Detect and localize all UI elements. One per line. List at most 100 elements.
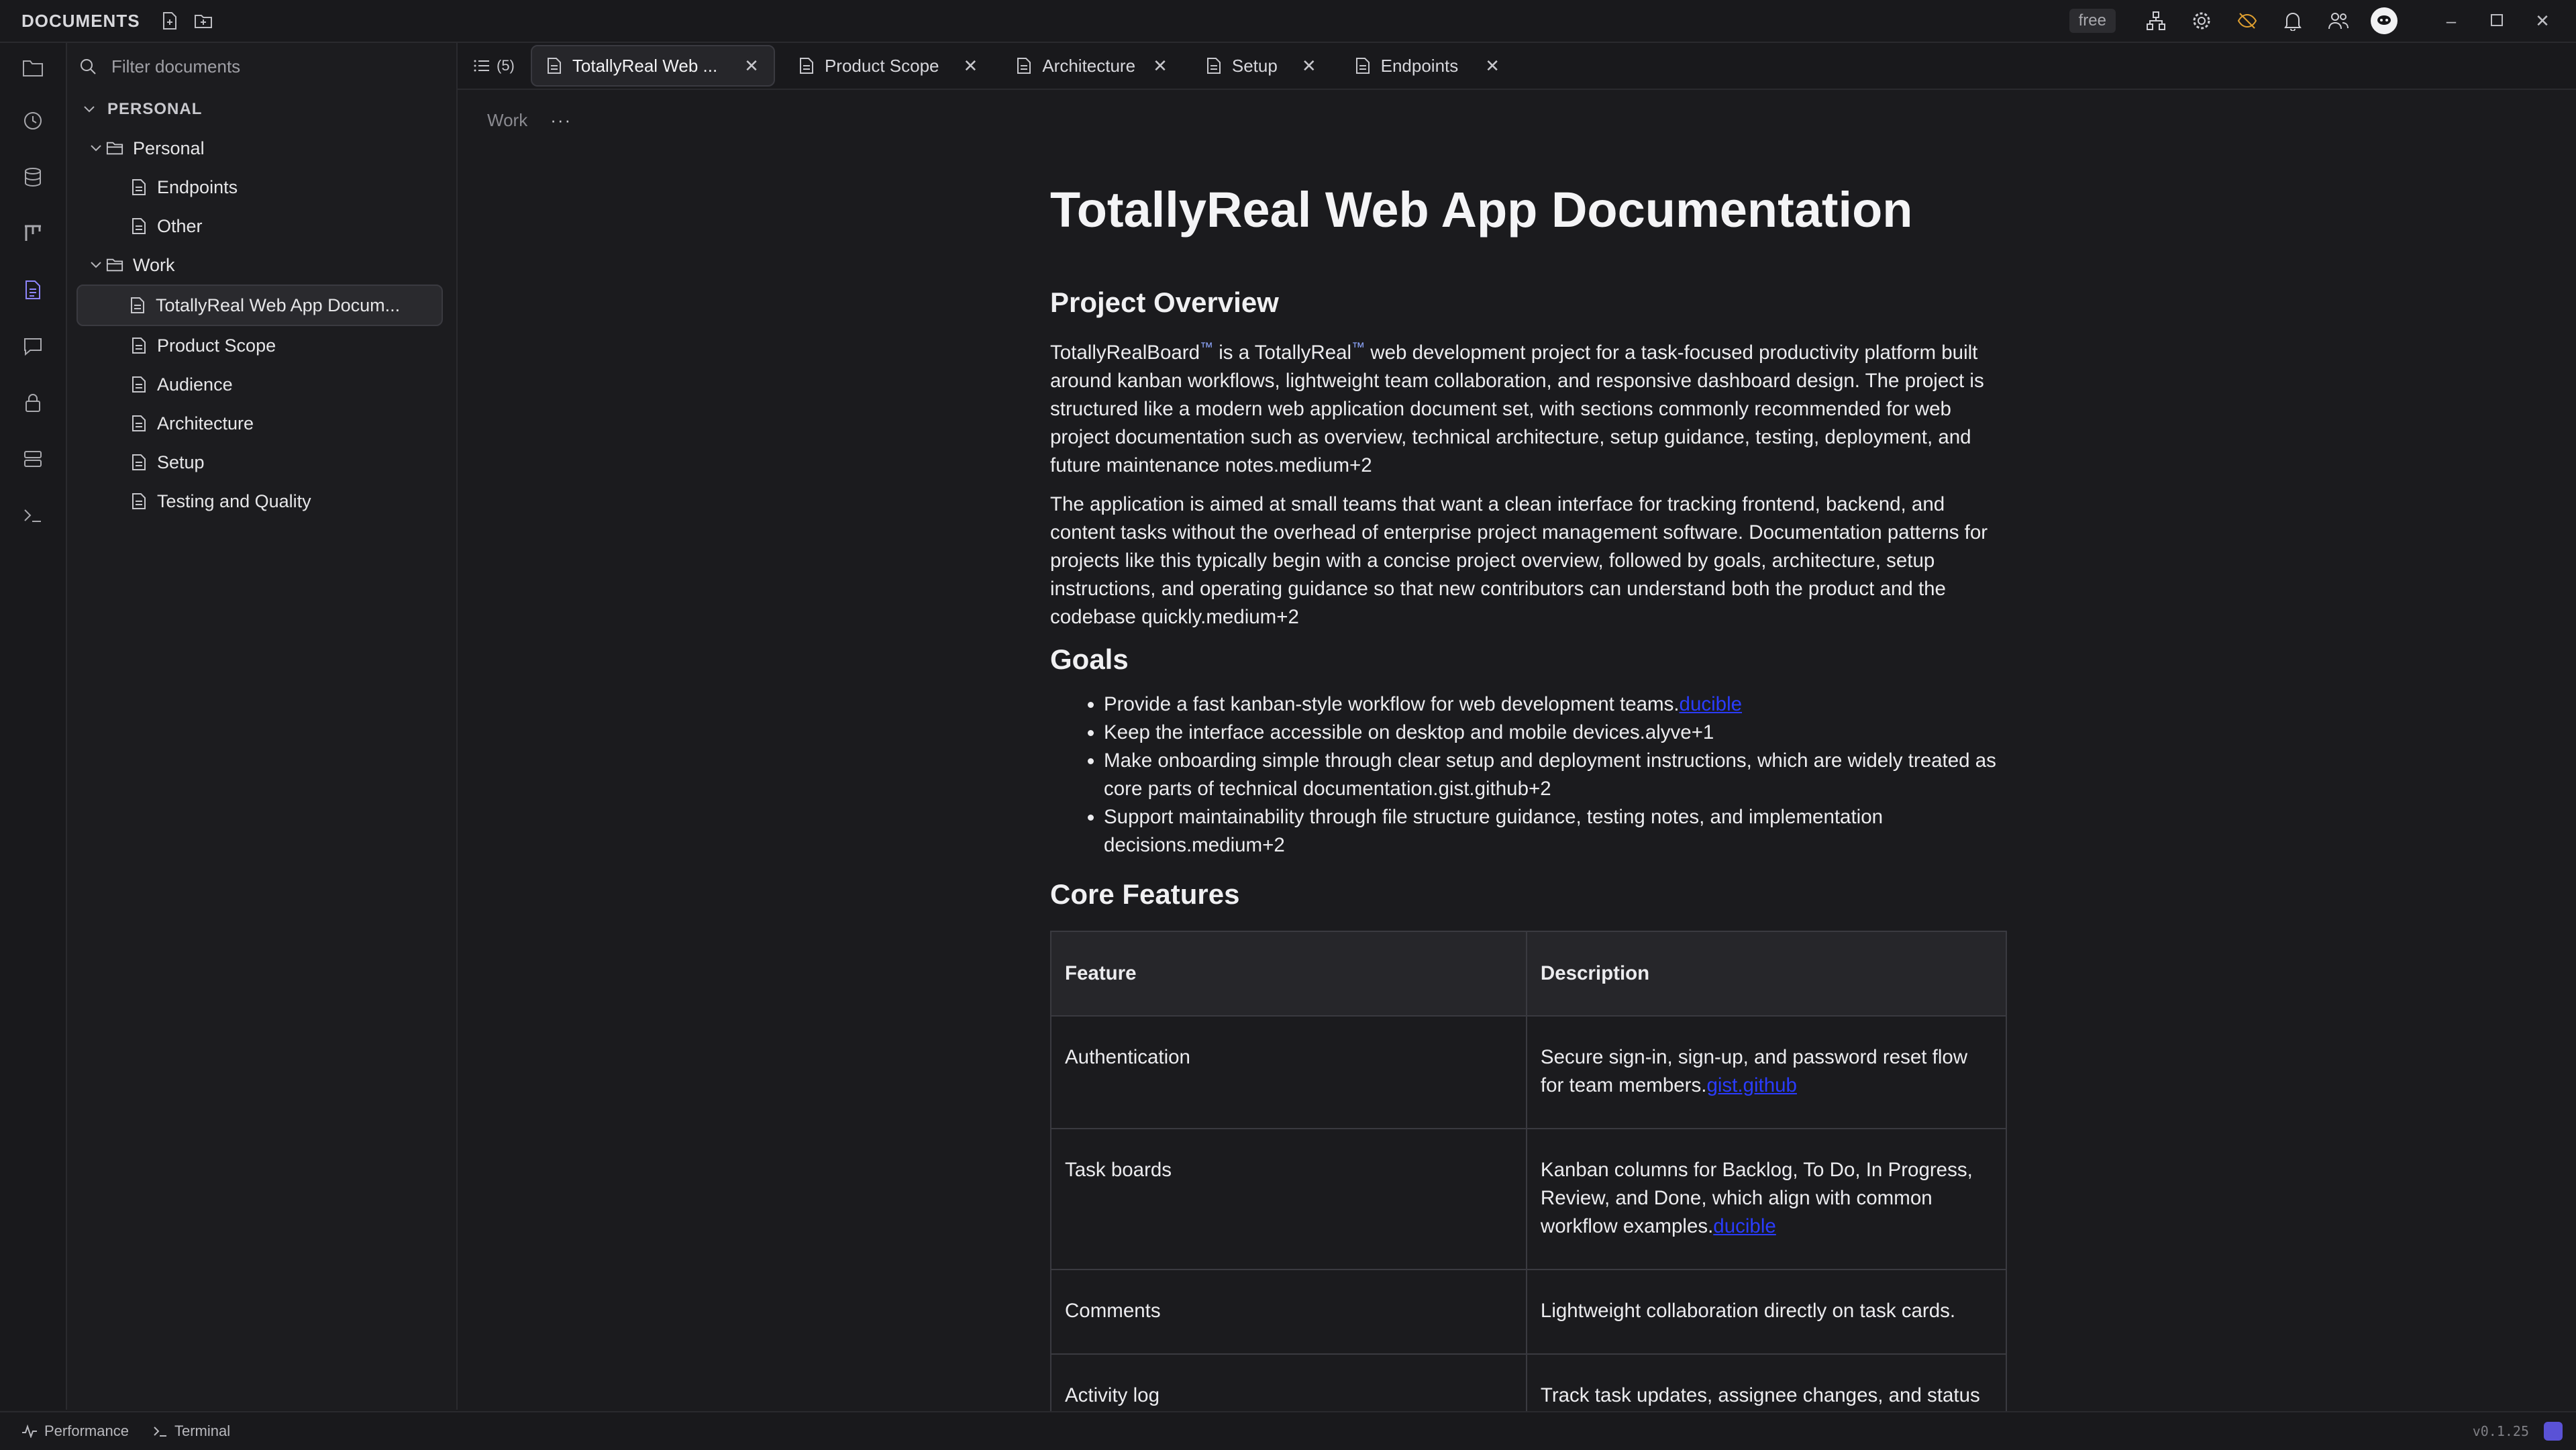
document-icon bbox=[130, 374, 148, 395]
maximize-window-icon[interactable] bbox=[2483, 11, 2510, 32]
close-tab-icon[interactable]: ✕ bbox=[964, 56, 978, 76]
tree-item-label: Product Scope bbox=[157, 335, 276, 356]
section-label: PERSONAL bbox=[107, 100, 203, 118]
activity-pulse-icon bbox=[21, 1425, 38, 1438]
performance-button[interactable]: Performance bbox=[21, 1422, 129, 1440]
chat-icon[interactable] bbox=[0, 318, 66, 374]
table-row: Task boards Kanban columns for Backlog, … bbox=[1050, 1127, 2008, 1270]
tab-bar: (5) TotallyReal Web ... ✕ Product Scope … bbox=[458, 43, 2576, 90]
tab-label: Product Scope bbox=[824, 55, 939, 76]
app-version: v0.1.25 bbox=[2472, 1423, 2529, 1439]
overview-text: is a TotallyReal bbox=[1213, 341, 1352, 364]
tab-product-scope[interactable]: Product Scope ✕ bbox=[784, 46, 992, 85]
terminal-prompt-icon bbox=[153, 1425, 168, 1438]
terminal-prompt-icon[interactable] bbox=[0, 487, 66, 543]
documents-icon[interactable] bbox=[0, 262, 66, 318]
close-tab-icon[interactable]: ✕ bbox=[1485, 56, 1500, 76]
settings-gear-icon[interactable] bbox=[2188, 7, 2215, 34]
section-heading-overview: Project Overview bbox=[1050, 287, 1279, 318]
table-row: Comments Lightweight collaboration direc… bbox=[1050, 1268, 2008, 1355]
tree-item-setup[interactable]: Setup bbox=[67, 443, 456, 482]
server-icon[interactable] bbox=[0, 431, 66, 487]
document-icon bbox=[130, 335, 148, 356]
filter-documents-input[interactable] bbox=[110, 55, 435, 78]
network-icon[interactable] bbox=[2143, 7, 2169, 34]
tree-item-label: Other bbox=[157, 215, 203, 236]
tree-folder-work[interactable]: Work bbox=[67, 246, 456, 284]
description-cell: Lightweight collaboration directly on ta… bbox=[1525, 1268, 2008, 1355]
tree-item-endpoints[interactable]: Endpoints bbox=[67, 168, 456, 207]
breadcrumb-folder[interactable]: Work bbox=[487, 110, 527, 131]
list-item: Provide a fast kanban-style workflow for… bbox=[1104, 690, 2007, 719]
folder-label: Personal bbox=[133, 138, 205, 158]
tab-list-button[interactable]: (5) bbox=[474, 57, 515, 74]
notifications-bell-icon[interactable] bbox=[2279, 7, 2306, 34]
chevron-down-icon bbox=[86, 261, 106, 269]
user-avatar[interactable] bbox=[2371, 7, 2398, 34]
folder-icon[interactable] bbox=[0, 43, 66, 93]
tree-item-testing-and-quality[interactable]: Testing and Quality bbox=[67, 482, 456, 521]
tab-endpoints[interactable]: Endpoints ✕ bbox=[1341, 46, 1514, 85]
tab-architecture[interactable]: Architecture ✕ bbox=[1002, 46, 1182, 85]
tree-item-label: TotallyReal Web App Docum... bbox=[156, 295, 401, 315]
list-item: Make onboarding simple through clear set… bbox=[1104, 747, 2007, 803]
new-folder-icon[interactable] bbox=[193, 10, 214, 32]
close-tab-icon[interactable]: ✕ bbox=[1302, 56, 1317, 76]
document-icon bbox=[130, 216, 148, 236]
goal-text: Make onboarding simple through clear set… bbox=[1104, 749, 1996, 800]
brand-name: TotallyRealBoard bbox=[1050, 341, 1200, 364]
tree-item-label: Architecture bbox=[157, 413, 254, 433]
citation-link[interactable]: gist.github bbox=[1706, 1074, 1796, 1096]
close-tab-icon[interactable]: ✕ bbox=[1153, 56, 1168, 76]
folder-open-icon bbox=[106, 138, 123, 158]
tree-item-other[interactable]: Other bbox=[67, 207, 456, 246]
feature-name: Task boards bbox=[1065, 1158, 1172, 1181]
terminal-label: Terminal bbox=[174, 1422, 231, 1439]
tree-item-audience[interactable]: Audience bbox=[67, 365, 456, 404]
tree-item-product-scope[interactable]: Product Scope bbox=[67, 326, 456, 365]
history-clock-icon[interactable] bbox=[0, 93, 66, 149]
document-icon bbox=[130, 177, 148, 197]
tree-item-architecture[interactable]: Architecture bbox=[67, 404, 456, 443]
title-bar: DOCUMENTS free – ✕ bbox=[0, 0, 2576, 43]
feature-description: Lightweight collaboration directly on ta… bbox=[1540, 1299, 1956, 1322]
feature-name: Comments bbox=[1065, 1299, 1161, 1322]
more-options-icon[interactable]: ··· bbox=[550, 110, 572, 131]
goals-list: Provide a fast kanban-style workflow for… bbox=[1050, 690, 2007, 860]
section-heading-core-features: Core Features bbox=[1050, 878, 1240, 910]
feature-cell: Comments bbox=[1050, 1268, 1527, 1355]
tree-section-personal[interactable]: PERSONAL bbox=[67, 90, 456, 129]
tree-item-totallyreal-docs[interactable]: TotallyReal Web App Docum... bbox=[76, 284, 443, 326]
terminal-button[interactable]: Terminal bbox=[153, 1422, 230, 1440]
document-title: TotallyReal Web App Documentation bbox=[1050, 182, 1913, 238]
tab-label: Setup bbox=[1231, 55, 1278, 76]
board-columns-icon[interactable] bbox=[0, 205, 66, 262]
new-document-icon[interactable] bbox=[159, 10, 181, 32]
minimize-window-icon[interactable]: – bbox=[2438, 11, 2465, 32]
tree-folder-personal[interactable]: Personal bbox=[67, 129, 456, 168]
tab-setup[interactable]: Setup ✕ bbox=[1192, 46, 1331, 85]
goal-text: Support maintainability through file str… bbox=[1104, 805, 1884, 856]
close-window-icon[interactable]: ✕ bbox=[2529, 11, 2556, 32]
citation-link[interactable]: ducible bbox=[1680, 693, 1742, 715]
overview-paragraph-2: The application is aimed at small teams … bbox=[1050, 493, 1988, 628]
document-content: TotallyReal Web App Documentation Projec… bbox=[1050, 181, 2008, 1435]
trademark-mark: ™ bbox=[1351, 340, 1366, 355]
document-icon bbox=[1355, 57, 1370, 74]
feature-cell: Task boards bbox=[1050, 1127, 1527, 1270]
title-bar-actions: free – ✕ bbox=[2069, 0, 2576, 42]
tree-item-label: Endpoints bbox=[157, 176, 238, 197]
users-icon[interactable] bbox=[2325, 7, 2352, 34]
column-header-feature: Feature bbox=[1050, 930, 1527, 1017]
close-tab-icon[interactable]: ✕ bbox=[744, 56, 759, 76]
lock-icon[interactable] bbox=[0, 374, 66, 431]
visibility-off-icon[interactable] bbox=[2234, 7, 2261, 34]
document-icon bbox=[799, 57, 814, 74]
performance-label: Performance bbox=[44, 1422, 129, 1439]
citation-link[interactable]: ducible bbox=[1713, 1215, 1775, 1237]
breadcrumb: Work ··· bbox=[487, 110, 572, 131]
tab-totallyreal-docs[interactable]: TotallyReal Web ... ✕ bbox=[530, 45, 775, 87]
tree-item-label: Testing and Quality bbox=[157, 490, 311, 511]
filter-bar bbox=[67, 43, 456, 90]
database-icon[interactable] bbox=[0, 149, 66, 205]
